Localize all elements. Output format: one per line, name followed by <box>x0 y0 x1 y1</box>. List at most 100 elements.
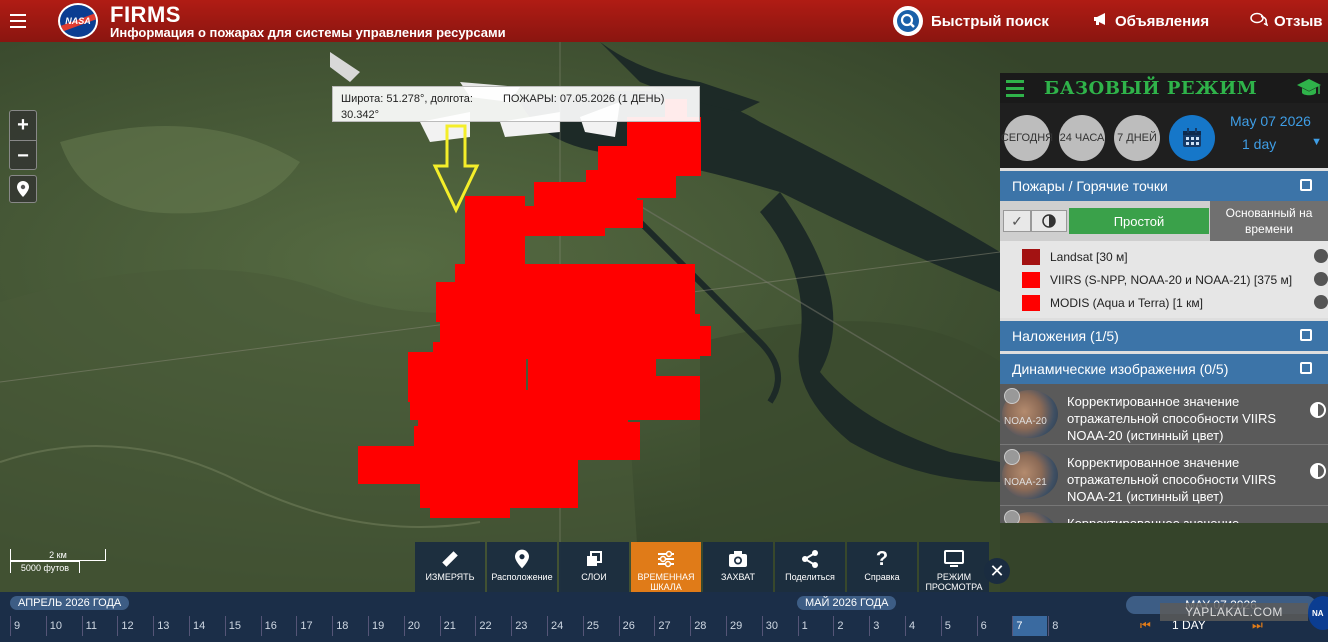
dynamic-image-item[interactable]: NOAA-21 Корректированное значение отража… <box>1000 445 1328 506</box>
timeline-day[interactable]: 25 <box>582 616 618 636</box>
timeline-day[interactable]: 12 <box>117 616 152 636</box>
timeline-day[interactable]: 6 <box>976 616 1012 636</box>
legend-viirs[interactable]: VIIRS (S-NPP, NOAA-20 и NOAA-21) [375 м] <box>1000 268 1328 291</box>
fire-hotspot[interactable] <box>603 200 643 228</box>
expand-icon[interactable] <box>1300 329 1312 341</box>
dynamic-image-item[interactable]: Корректированное значение отражательнос <box>1000 506 1328 523</box>
checkbox[interactable] <box>1004 388 1020 404</box>
timeline-day[interactable]: 11 <box>81 616 117 636</box>
legend-landsat[interactable]: Landsat [30 м] <box>1000 245 1328 268</box>
timeline-button[interactable]: ВРЕМЕННАЯ ШКАЛА <box>631 542 701 596</box>
timeline-bar[interactable]: АПРЕЛЬ 2026 ГОДА МАЙ 2026 ГОДА 9 10 11 12 13… <box>0 592 1328 642</box>
timeline-day[interactable]: 9 <box>10 616 45 636</box>
info-icon[interactable] <box>1314 272 1328 286</box>
quick-search-link[interactable]: Быстрый поиск <box>893 0 1049 42</box>
timeline-label: ВРЕМЕННАЯ ШКАЛА <box>637 572 695 592</box>
time-based-mode-tab[interactable]: Основанный на времени <box>1210 201 1328 241</box>
expand-icon[interactable] <box>1300 362 1312 374</box>
fire-hotspot[interactable] <box>430 494 510 518</box>
timeline-day[interactable]: 28 <box>690 616 725 636</box>
expand-icon[interactable] <box>1300 179 1312 191</box>
close-toolbar-button[interactable]: ✕ <box>984 558 1010 584</box>
chat-bubbles-icon <box>1250 12 1269 30</box>
view-mode-label: РЕЖИМ ПРОСМОТРА <box>925 572 983 592</box>
selected-date[interactable]: May 07 2026 <box>1230 113 1311 129</box>
contrast-icon <box>1042 214 1056 228</box>
timeline-day[interactable]: 13 <box>153 616 188 636</box>
contrast-toggle[interactable] <box>1031 210 1067 232</box>
panel-menu-button[interactable] <box>1006 79 1028 97</box>
zoom-in-button[interactable]: + <box>10 111 36 141</box>
fire-hotspot[interactable] <box>525 206 605 236</box>
fires-date-readout: ПОЖАРЫ: 07.05.2026 (1 ДЕНЬ) <box>503 93 665 105</box>
checkbox[interactable] <box>1004 449 1020 465</box>
timeline-day[interactable]: 17 <box>296 616 331 636</box>
scale-bar: 2 км 5000 футов <box>10 549 106 573</box>
fires-section-header[interactable]: Пожары / Горячие точки <box>1000 171 1328 201</box>
announcements-link[interactable]: Объявления <box>1093 0 1209 42</box>
timeline-day[interactable]: 21 <box>439 616 475 636</box>
7-days-button[interactable]: 7 ДНЕЙ <box>1114 115 1160 161</box>
calendar-button[interactable] <box>1169 115 1215 161</box>
timeline-day[interactable]: 7 <box>1012 616 1048 636</box>
fire-hotspot[interactable] <box>358 446 420 484</box>
timeline-day[interactable]: 26 <box>618 616 654 636</box>
view-mode-button[interactable]: РЕЖИМ ПРОСМОТРА <box>919 542 989 596</box>
timeline-day[interactable]: 27 <box>654 616 689 636</box>
brand: FIRMS Информация о пожарах для системы у… <box>110 3 506 40</box>
map-pin-icon <box>515 549 529 569</box>
opacity-toggle-icon[interactable] <box>1310 402 1326 418</box>
timeline-day[interactable]: 8 <box>1048 616 1083 636</box>
dynamic-images-section-header[interactable]: Динамические изображения (0/5) <box>1000 354 1328 384</box>
opacity-toggle-icon[interactable] <box>1310 463 1326 479</box>
today-button[interactable]: СЕГОДНЯ <box>1001 115 1053 161</box>
legend-modis[interactable]: MODIS (Aqua и Terra) [1 км] <box>1000 291 1328 314</box>
timeline-day[interactable]: 3 <box>869 616 904 636</box>
24-hours-button[interactable]: 24 ЧАСА <box>1059 115 1105 161</box>
zoom-out-button[interactable]: − <box>10 141 36 171</box>
checkbox[interactable] <box>1004 510 1020 523</box>
dynamic-image-item[interactable]: NOAA-20 Корректированное значение отража… <box>1000 384 1328 445</box>
timeline-day[interactable]: 5 <box>940 616 976 636</box>
nasa-logo[interactable]: NASA <box>58 3 98 39</box>
share-button[interactable]: Поделиться <box>775 542 845 596</box>
timeline-day[interactable]: 18 <box>332 616 367 636</box>
help-button[interactable]: ? Справка <box>847 542 917 596</box>
step-back-icon[interactable]: ⏮ <box>1140 616 1151 634</box>
info-icon[interactable] <box>1314 249 1328 263</box>
timeline-day[interactable]: 15 <box>224 616 260 636</box>
feedback-link[interactable]: Отзыв <box>1250 0 1323 42</box>
hamburger-menu-button[interactable] <box>0 0 36 42</box>
date-range-select[interactable]: 1 day ▼ <box>1232 133 1326 155</box>
timeline-day[interactable]: 2 <box>833 616 868 636</box>
info-icon[interactable] <box>1314 295 1328 309</box>
fire-hotspot[interactable] <box>512 424 582 460</box>
timeline-day[interactable]: 14 <box>189 616 224 636</box>
timeline-day[interactable]: 20 <box>403 616 439 636</box>
simple-mode-tab[interactable]: Простой <box>1069 208 1209 234</box>
fire-hotspot[interactable] <box>630 376 700 411</box>
timeline-day[interactable]: 24 <box>547 616 582 636</box>
help-label: Справка <box>864 572 900 582</box>
layers-button[interactable]: СЛОИ <box>559 542 629 596</box>
timeline-day[interactable]: 30 <box>761 616 797 636</box>
question-mark-icon: ? <box>875 547 889 570</box>
overlays-section-header[interactable]: Наложения (1/5) <box>1000 321 1328 351</box>
measure-button[interactable]: ИЗМЕРЯТЬ <box>415 542 485 596</box>
location-button[interactable]: Расположение <box>487 542 557 596</box>
timeline-day[interactable]: 22 <box>475 616 510 636</box>
graduation-cap-icon[interactable] <box>1296 76 1322 100</box>
checkmark-toggle[interactable]: ✓ <box>1003 210 1031 232</box>
timeline-day[interactable]: 29 <box>726 616 761 636</box>
measure-label: ИЗМЕРЯТЬ <box>425 572 475 582</box>
timeline-day[interactable]: 19 <box>368 616 403 636</box>
timeline-day[interactable]: 1 <box>797 616 833 636</box>
timeline-day[interactable]: 16 <box>260 616 296 636</box>
coordinates-readout: Широта: 51.278°, долгота: ПОЖАРЫ: 07.05.… <box>332 86 700 122</box>
timeline-day[interactable]: 23 <box>511 616 546 636</box>
fire-hotspot[interactable] <box>576 422 640 460</box>
timeline-day[interactable]: 10 <box>45 616 81 636</box>
timeline-day[interactable]: 4 <box>905 616 940 636</box>
capture-button[interactable]: ЗАХВАТ <box>703 542 773 596</box>
locate-button[interactable] <box>9 175 37 203</box>
